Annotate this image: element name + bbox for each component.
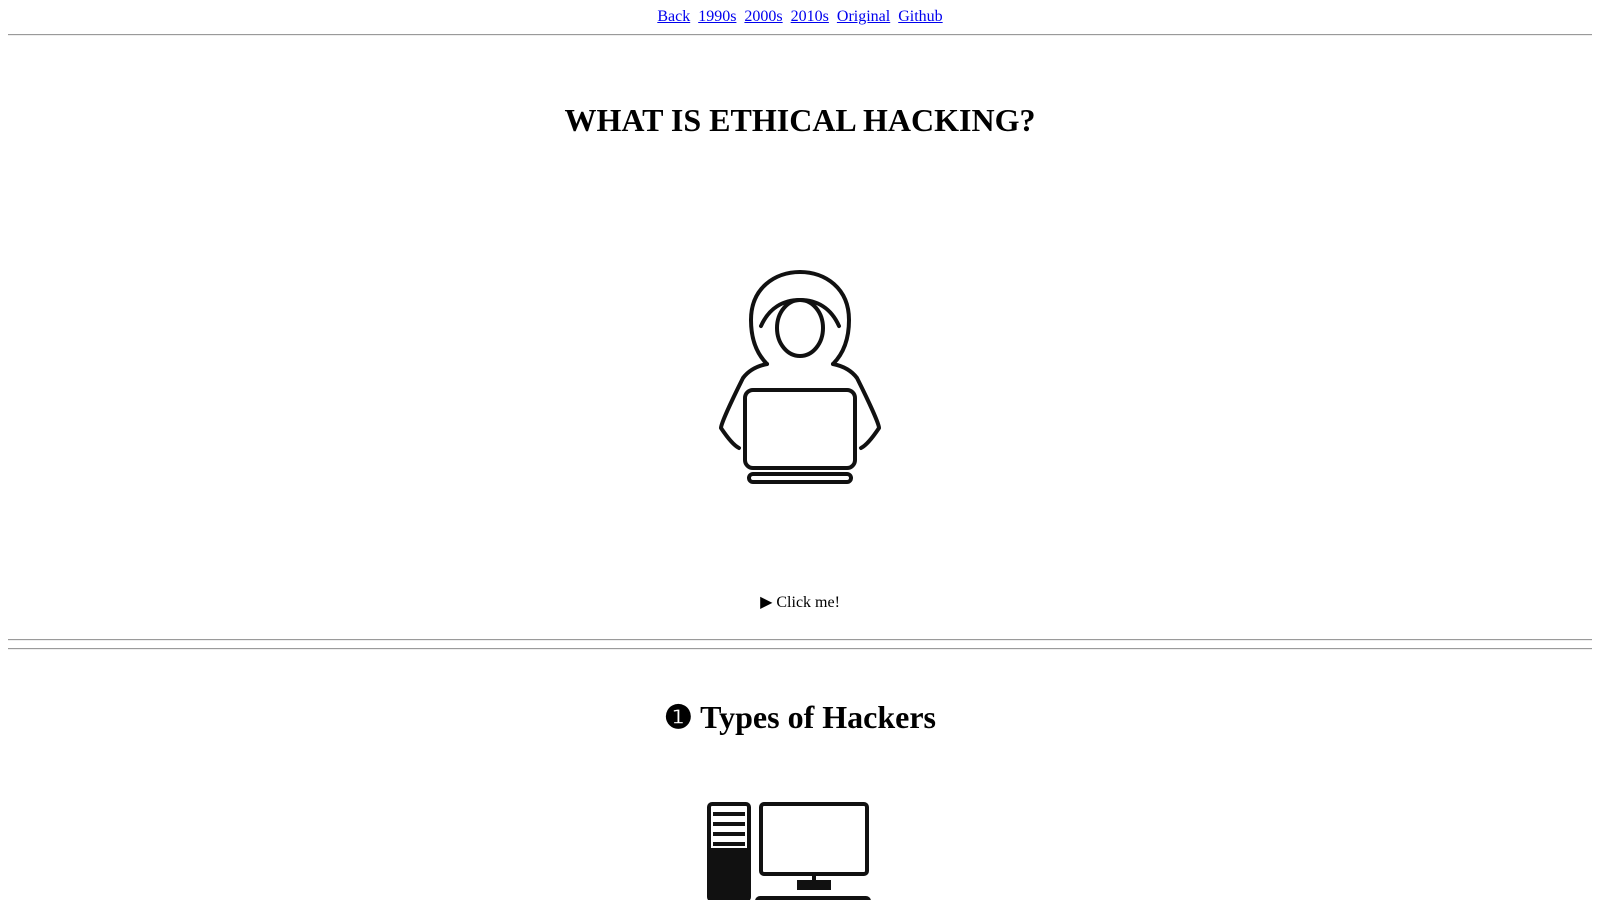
- top-navigation: Back 1990s 2000s 2010s Original Github: [0, 7, 1600, 27]
- section-title-types-of-hackers: ❶ Types of Hackers: [664, 699, 936, 735]
- nav-link-original[interactable]: Original: [837, 8, 890, 25]
- click-me-details-toggle[interactable]: ▶ Click me!: [0, 592, 1600, 614]
- nav-link-back[interactable]: Back: [657, 8, 690, 25]
- horizontal-divider: [8, 34, 1592, 36]
- horizontal-divider: [8, 639, 1592, 641]
- nav-link-2010s[interactable]: 2010s: [791, 8, 829, 25]
- nav-link-1990s[interactable]: 1990s: [698, 8, 736, 25]
- nav-link-github[interactable]: Github: [898, 8, 942, 25]
- page: Back 1990s 2000s 2010s Original Github W…: [0, 0, 1600, 900]
- hooded-hacker-icon: [719, 270, 881, 484]
- page-title: WHAT IS ETHICAL HACKING?: [564, 102, 1036, 138]
- nav-link-2000s[interactable]: 2000s: [744, 8, 782, 25]
- horizontal-divider: [8, 648, 1592, 650]
- desktop-computer-icon: [707, 802, 871, 900]
